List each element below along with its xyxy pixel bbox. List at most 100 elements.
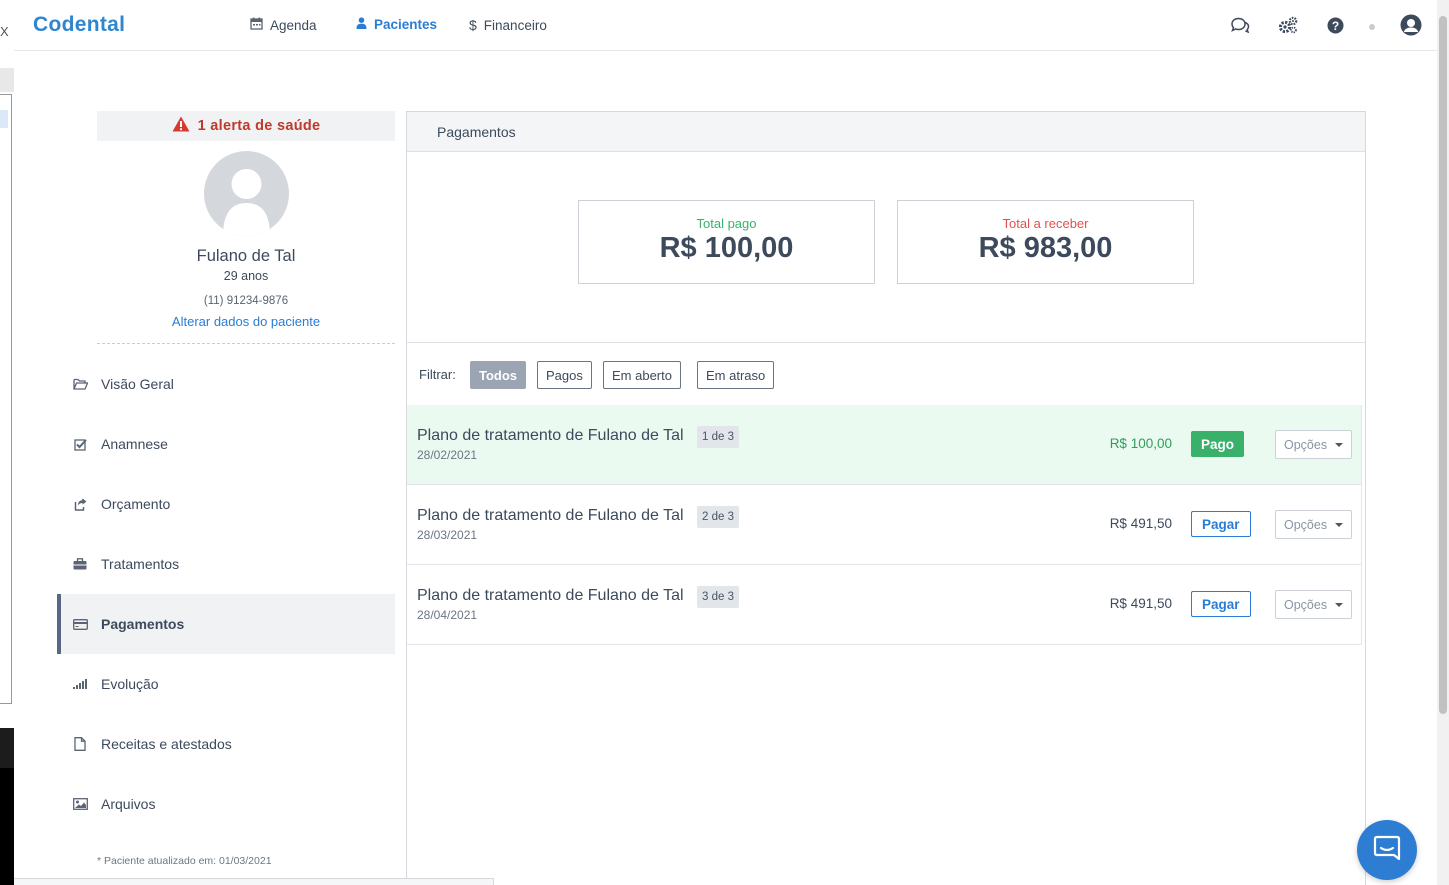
svg-text:?: ? [1331,18,1338,32]
nav-financeiro-label: Financeiro [483,17,547,33]
payment-row[interactable]: Plano de tratamento de Fulano de Tal 3 d… [407,565,1362,645]
sidebar-item-orcamento[interactable]: Orçamento [57,474,395,534]
sidebar-item-label: Pagamentos [101,616,185,632]
installment-badge: 1 de 3 [697,426,739,448]
nav-financeiro[interactable]: $ Financeiro [469,17,547,33]
user-avatar-icon[interactable] [1400,14,1422,36]
nav-pacientes-label: Pacientes [374,17,438,32]
filter-pagos-button[interactable]: Pagos [537,361,592,389]
filter-todos-button[interactable]: Todos [470,361,527,389]
total-paid-card: Total pago R$ 100,00 [578,200,875,284]
payment-date: 28/04/2021 [417,608,478,622]
folder-open-icon [72,378,88,390]
status-dot-icon [1369,24,1375,30]
total-paid-label: Total pago [696,216,757,231]
nav-agenda[interactable]: Agenda [250,17,317,33]
filter-em-atraso-button[interactable]: Em atraso [697,361,775,389]
edge-dark-area [0,728,14,768]
gears-icon[interactable] [1277,15,1299,35]
edge-black-area [0,768,14,885]
total-receivable-label: Total a receber [1002,216,1089,231]
payment-date: 28/02/2021 [417,448,478,462]
nav-pacientes[interactable]: Pacientes [356,17,437,32]
chat-icon[interactable] [1229,15,1251,35]
paid-status-badge: Pago [1191,431,1245,457]
edge-bar [0,68,14,92]
sidebar-item-label: Anamnese [101,436,168,452]
support-chat-button[interactable] [1357,820,1417,880]
brand-logo[interactable]: Codental [33,13,125,37]
patient-avatar [204,151,289,236]
sidebar-item-visao-geral[interactable]: Visão Geral [57,354,395,414]
payment-title: Plano de tratamento de Fulano de Tal [417,427,684,444]
sidebar-item-label: Orçamento [101,496,171,512]
file-icon [72,737,88,751]
image-icon [72,798,88,810]
nav-agenda-label: Agenda [270,17,317,33]
payment-title: Plano de tratamento de Fulano de Tal [417,507,684,524]
checkbox-icon [72,438,88,451]
options-label: Opções [1284,597,1328,612]
sidebar-item-label: Evolução [101,676,159,692]
sidebar-item-label: Arquivos [101,796,156,812]
options-dropdown[interactable]: Opções [1275,590,1352,619]
sidebar-item-anamnese[interactable]: Anamnese [57,414,395,474]
warning-icon [172,116,190,136]
page-scrollbar[interactable] [1437,0,1449,885]
options-label: Opções [1284,517,1328,532]
payment-amount: R$ 491,50 [1109,596,1172,611]
total-receivable-value: R$ 983,00 [978,232,1113,264]
installment-badge: 3 de 3 [697,586,739,608]
patient-name: Fulano de Tal [196,247,296,265]
share-icon [72,498,88,511]
panel-title: Pagamentos [407,112,1365,152]
payment-title: Plano de tratamento de Fulano de Tal [417,587,684,604]
payment-date: 28/03/2021 [417,528,478,542]
patient-updated-note: * Paciente atualizado em: 01/03/2021 [97,855,272,867]
caret-down-icon [1335,442,1344,447]
payment-row[interactable]: Plano de tratamento de Fulano de Tal 1 d… [407,405,1362,485]
top-navbar: Codental Agenda Pacientes $ Financeiro ? [14,0,1437,51]
pay-button[interactable]: Pagar [1191,511,1251,537]
sidebar-divider [97,343,395,344]
options-dropdown[interactable]: Opções [1275,510,1352,539]
total-receivable-card: Total a receber R$ 983,00 [897,200,1194,284]
edge-close-glyph[interactable]: X [0,24,9,39]
edge-highlight [0,110,8,128]
scrollbar-thumb[interactable] [1439,16,1447,714]
stats-divider [407,342,1365,343]
pay-button[interactable]: Pagar [1191,591,1251,617]
caret-down-icon [1335,522,1344,527]
sidebar-item-label: Visão Geral [101,376,174,392]
payment-row[interactable]: Plano de tratamento de Fulano de Tal 2 d… [407,485,1362,565]
bottom-edge [14,878,494,885]
help-icon[interactable]: ? [1324,15,1346,35]
filter-label: Filtrar: [419,367,456,382]
edge-panel [0,94,12,704]
sidebar-item-arquivos[interactable]: Arquivos [57,774,395,834]
filter-em-aberto-button[interactable]: Em aberto [603,361,681,389]
edit-patient-link[interactable]: Alterar dados do paciente [97,314,395,329]
health-alert-banner[interactable]: 1 alerta de saúde [97,111,395,141]
payments-panel: Pagamentos Total pago R$ 100,00 Total a … [406,111,1366,885]
credit-card-icon [72,618,88,630]
patient-phone: (11) 91234-9876 [203,295,289,307]
sidebar-item-receitas[interactable]: Receitas e atestados [57,714,395,774]
sidebar-item-label: Receitas e atestados [101,736,232,752]
sidebar-item-tratamentos[interactable]: Tratamentos [57,534,395,594]
sidebar-item-evolucao[interactable]: Evolução [57,654,395,714]
options-label: Opções [1284,437,1328,452]
options-dropdown[interactable]: Opções [1275,430,1352,459]
sidebar-item-pagamentos[interactable]: Pagamentos [57,594,395,654]
health-alert-text: 1 alerta de saúde [197,118,321,134]
signal-bars-icon [72,679,88,689]
patient-age: 29 anos [223,269,269,283]
user-icon [356,17,367,32]
installment-badge: 2 de 3 [697,506,739,528]
briefcase-icon [72,558,88,570]
caret-down-icon [1335,602,1344,607]
payment-amount: R$ 491,50 [1109,516,1172,531]
dollar-icon: $ [469,17,477,33]
sidebar-item-label: Tratamentos [101,556,180,572]
payment-amount: R$ 100,00 [1109,436,1172,451]
